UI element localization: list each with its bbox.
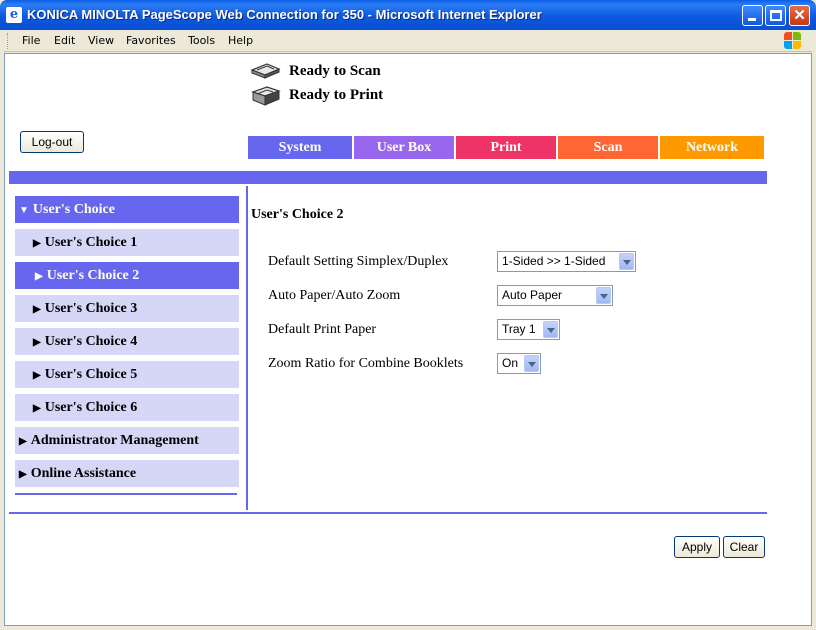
sidebar-item-label: User's Choice 6 [44,400,138,415]
tab-scan[interactable]: Scan [558,136,658,159]
arrow-right-icon: ▶ [19,436,27,447]
scanner-status: Ready to Scan [249,60,381,82]
close-button[interactable]: ✕ [789,5,810,26]
sidebar-item-users-choice-4[interactable]: ▶ User's Choice 4 [15,328,239,355]
simplex-duplex-select[interactable]: 1-Sided >> 1-Sided [497,251,636,272]
chevron-down-icon[interactable] [543,321,558,338]
sidebar-item-label: User's Choice 4 [44,334,138,349]
minimize-button[interactable] [742,5,763,26]
label-default-simplex-duplex: Default Setting Simplex/Duplex [268,254,449,269]
sidebar-item-label: User's Choice 3 [44,301,138,316]
minimize-icon [748,18,756,21]
browser-viewport: Ready to Scan Ready to Print Log-out Sys… [4,53,812,626]
zoom-ratio-booklets-select[interactable]: On [497,353,541,374]
select-value: On [502,356,519,370]
sidebar-item-label: Online Assistance [30,466,137,481]
menu-bar: File Edit View Favorites Tools Help [4,30,812,52]
main-tabs: System User Box Print Scan Network [248,136,766,159]
select-value: 1-Sided >> 1-Sided [502,254,606,268]
arrow-right-icon: ▶ [33,238,41,249]
scanner-icon [250,63,281,79]
tab-system[interactable]: System [248,136,352,159]
label-auto-paper-zoom: Auto Paper/Auto Zoom [268,288,401,303]
tab-user-box[interactable]: User Box [354,136,454,159]
printer-status: Ready to Print [249,84,383,106]
page-title: User's Choice 2 [251,207,344,222]
arrow-right-icon: ▶ [35,271,43,282]
menu-favorites[interactable]: Favorites [126,34,176,47]
apply-button[interactable]: Apply [674,536,720,558]
sidebar-item-users-choice[interactable]: ▼ User's Choice [15,196,239,223]
label-zoom-ratio-booklets: Zoom Ratio for Combine Booklets [268,356,464,371]
menu-edit[interactable]: Edit [54,34,75,47]
sidebar-item-label: User's Choice 1 [44,235,138,250]
logout-button[interactable]: Log-out [20,131,84,153]
sidebar-item-label: User's Choice [32,202,115,217]
arrow-right-icon: ▶ [33,403,41,414]
auto-paper-zoom-select[interactable]: Auto Paper [497,285,613,306]
internet-explorer-icon: e [6,7,22,23]
menu-tools[interactable]: Tools [188,34,215,47]
clear-button[interactable]: Clear [723,536,765,558]
sidebar-bottom-line [15,493,237,495]
arrow-right-icon: ▶ [33,304,41,315]
print-status-text: Ready to Print [289,86,384,103]
sidebar-item-users-choice-6[interactable]: ▶ User's Choice 6 [15,394,239,421]
menu-file[interactable]: File [22,34,40,47]
sidebar-item-users-choice-5[interactable]: ▶ User's Choice 5 [15,361,239,388]
sidebar-item-users-choice-3[interactable]: ▶ User's Choice 3 [15,295,239,322]
expand-arrow-icon: ▼ [19,205,29,216]
select-value: Auto Paper [502,288,563,302]
toolbar-grip[interactable] [7,33,10,49]
label-default-print-paper: Default Print Paper [268,322,377,337]
maximize-button[interactable] [765,5,786,26]
select-value: Tray 1 [502,322,536,336]
arrow-right-icon: ▶ [19,469,27,480]
tab-print[interactable]: Print [456,136,556,159]
chevron-down-icon[interactable] [524,355,539,372]
printer-icon [251,86,281,106]
menu-view[interactable]: View [88,34,114,47]
sidebar-item-label: User's Choice 2 [46,268,140,283]
sidebar-item-users-choice-2[interactable]: ▶ User's Choice 2 [15,262,239,289]
footer-divider-bar [9,512,767,514]
header-divider-bar [9,171,767,184]
sidebar: ▼ User's Choice ▶ User's Choice 1 ▶ User's … [9,186,247,510]
sidebar-item-label: User's Choice 5 [44,367,138,382]
sidebar-item-online-assistance[interactable]: ▶ Online Assistance [15,460,239,487]
sidebar-item-label: Administrator Management [30,433,199,448]
arrow-right-icon: ▶ [33,337,41,348]
scan-status-text: Ready to Scan [289,62,381,79]
window-title: KONICA MINOLTA PageScope Web Connection … [27,7,542,22]
default-print-paper-select[interactable]: Tray 1 [497,319,560,340]
maximize-icon [770,10,782,21]
chevron-down-icon[interactable] [596,287,611,304]
close-icon: ✕ [793,7,806,24]
menu-help[interactable]: Help [228,34,253,47]
sidebar-item-users-choice-1[interactable]: ▶ User's Choice 1 [15,229,239,256]
windows-logo-icon [784,32,802,50]
window-titlebar: e KONICA MINOLTA PageScope Web Connectio… [0,0,816,30]
arrow-right-icon: ▶ [33,370,41,381]
chevron-down-icon[interactable] [619,253,634,270]
tab-network[interactable]: Network [660,136,764,159]
sidebar-item-administrator-management[interactable]: ▶ Administrator Management [15,427,239,454]
